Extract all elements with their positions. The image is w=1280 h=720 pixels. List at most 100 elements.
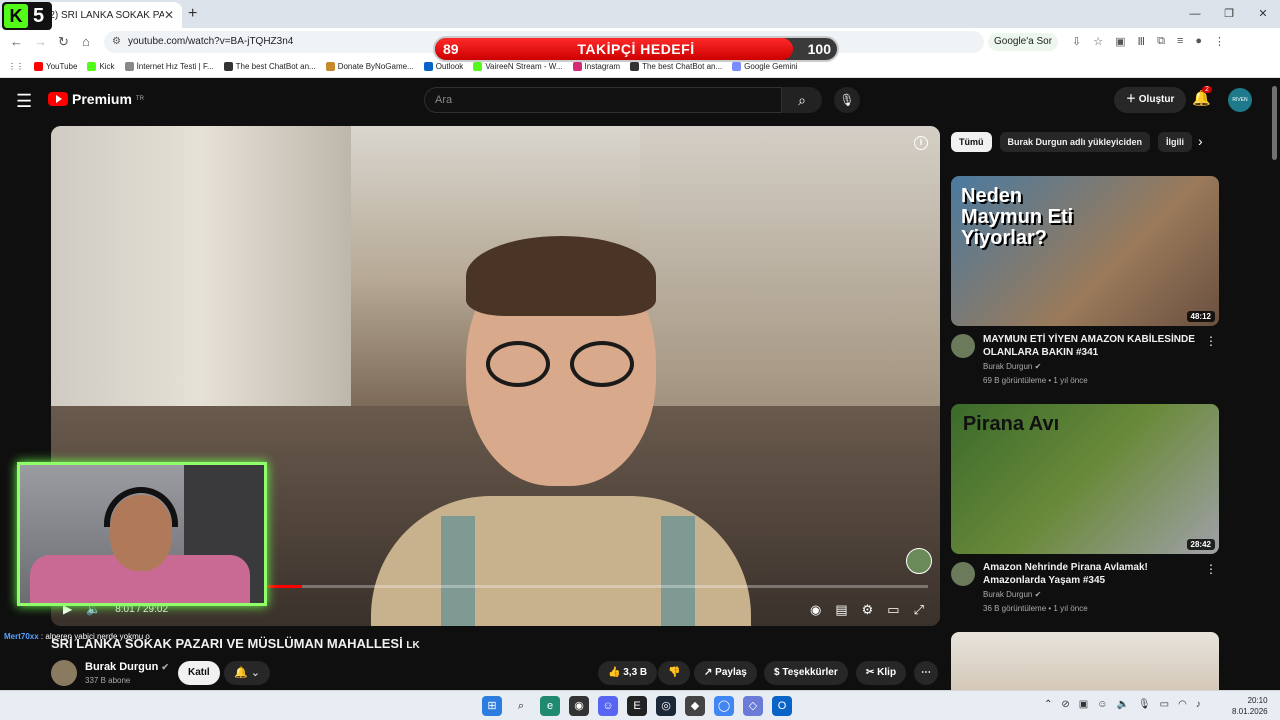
channel-avatar[interactable] <box>51 660 77 686</box>
bookmark-youtube[interactable]: YouTube <box>34 62 77 71</box>
obs-icon[interactable]: ◉ <box>569 696 589 716</box>
home-icon[interactable]: ⌂ <box>82 34 90 49</box>
video-title[interactable]: Amazon Nehrinde Pirana Avlamak! Amazonla… <box>983 561 1205 587</box>
create-button[interactable]: ＋ Oluştur <box>1114 87 1187 113</box>
recommended-video[interactable] <box>951 632 1219 690</box>
edge-icon[interactable]: e <box>540 696 560 716</box>
youtube-logo[interactable]: Premium TR <box>48 91 144 107</box>
video-thumbnail[interactable]: Pirana Avı 28:42 <box>951 404 1219 554</box>
app-tray-icon[interactable]: ▣ <box>1079 699 1088 710</box>
profile-icon[interactable]: ● <box>1195 35 1202 48</box>
video-title[interactable]: MAYMUN ETİ YİYEN AMAZON KABİLESİNDE OLAN… <box>983 333 1205 359</box>
page-scrollbar[interactable] <box>1272 86 1277 160</box>
bookmark-chatbot[interactable]: The best ChatBot an... <box>223 62 316 71</box>
fullscreen-icon[interactable]: ⤢ <box>914 602 924 618</box>
logo-country: TR <box>135 96 144 102</box>
channel-avatar[interactable] <box>951 562 975 586</box>
speaker-icon[interactable]: ♪ <box>1196 699 1201 710</box>
network-icon[interactable]: ⊘ <box>1061 699 1069 710</box>
search-icon[interactable]: ⌕ <box>511 696 531 716</box>
reading-list-icon[interactable]: ≡ <box>1177 35 1183 48</box>
wifi-icon[interactable]: ◠ <box>1178 699 1187 710</box>
more-actions-button[interactable]: ⋯ <box>914 661 938 685</box>
search-input[interactable]: Ara <box>424 87 782 113</box>
bookmark-chatbot-2[interactable]: The best ChatBot an... <box>630 62 722 71</box>
more-options-icon[interactable]: ⋮ <box>1205 334 1217 348</box>
volume-icon[interactable]: 🔈 <box>1116 699 1128 710</box>
more-options-icon[interactable]: ⋮ <box>1205 562 1217 576</box>
dislike-button[interactable]: 👎 <box>658 661 691 685</box>
clip-button[interactable]: ✂ Klip <box>856 661 907 685</box>
start-icon[interactable]: ⊞ <box>482 696 502 716</box>
puzzle-icon[interactable]: ⧉ <box>1157 35 1165 48</box>
forward-icon[interactable]: → <box>34 34 47 49</box>
site-info-icon[interactable]: ⚙ <box>112 31 121 53</box>
steam-icon[interactable]: ◎ <box>656 696 676 716</box>
bookmark-outlook[interactable]: Outlook <box>423 62 463 71</box>
miniplayer-icon[interactable]: ▭ <box>887 602 899 618</box>
like-button[interactable]: 👍 3,3 B <box>598 661 658 685</box>
chrome-icon[interactable]: ◯ <box>714 696 734 716</box>
player-controls-right: ◉ ▤ ⚙ ▭ ⤢ <box>810 602 924 618</box>
minimize-icon[interactable]: — <box>1178 0 1212 28</box>
channel-avatar[interactable] <box>951 334 975 358</box>
mic-icon[interactable]: 🎙 <box>834 87 860 113</box>
restore-icon[interactable]: ❐ <box>1212 0 1246 28</box>
outlook-icon[interactable]: O <box>772 696 792 716</box>
chevron-up-icon[interactable]: ⌃ <box>1044 699 1052 710</box>
browser-tab[interactable]: (2) SRİ LANKA SOKAK PAZARI V ✕ <box>34 2 182 28</box>
autoplay-toggle-icon[interactable]: ◉ <box>810 602 821 618</box>
chip-related[interactable]: İlgili <box>1158 132 1193 152</box>
discord-tray-icon[interactable]: ☺ <box>1097 699 1107 710</box>
bookmark-donate[interactable]: Donate ByNoGame... <box>325 62 414 71</box>
kebab-menu-icon[interactable]: ⋮ <box>1214 35 1225 48</box>
channel-watermark[interactable] <box>906 548 932 574</box>
notifications-bell-icon[interactable]: 🔔 2 <box>1192 86 1212 107</box>
thumbnail-caption: Pirana Avı <box>962 413 1060 435</box>
chip-from-uploader[interactable]: Burak Durgun adlı yükleyiciden <box>999 132 1151 152</box>
epic-games-icon[interactable]: E <box>627 696 647 716</box>
chip-all[interactable]: Tümü <box>951 132 992 152</box>
mic-icon[interactable]: 🎙 <box>1138 699 1151 710</box>
app-icon[interactable]: ◆ <box>685 696 705 716</box>
chevron-right-icon[interactable]: › <box>1198 133 1203 149</box>
reload-icon[interactable]: ↻ <box>58 34 69 50</box>
install-icon[interactable]: ⇩ <box>1072 35 1081 48</box>
app-icon[interactable]: ◇ <box>743 696 763 716</box>
monitor-icon[interactable]: ▭ <box>1160 699 1169 710</box>
extension-icon[interactable]: ▣ <box>1115 35 1125 48</box>
close-window-icon[interactable]: ✕ <box>1246 0 1280 28</box>
video-thumbnail[interactable]: Neden Maymun Eti Yiyorlar? 48:12 <box>951 176 1219 326</box>
subscription-bell-button[interactable]: 🔔 ⌄ <box>224 661 270 685</box>
channel-name[interactable]: Burak Durgun ✔ <box>983 590 1041 599</box>
audio-extension-icon[interactable]: Ⅲ <box>1138 35 1146 48</box>
video-thumbnail[interactable] <box>951 632 1219 690</box>
bookmark-star-icon[interactable]: ☆ <box>1093 35 1103 48</box>
bookmark-kick[interactable]: Kick <box>87 62 115 71</box>
bookmark-instagram[interactable]: Instagram <box>572 62 620 71</box>
account-avatar[interactable]: RIVEN <box>1228 88 1252 112</box>
apps-icon[interactable]: ⋮⋮ <box>8 62 24 71</box>
back-icon[interactable]: ← <box>10 34 23 49</box>
system-clock[interactable]: 20:10 8.01.2026 <box>1232 695 1268 717</box>
channel-name[interactable]: Burak Durgun ✔ <box>983 362 1041 371</box>
verified-icon: ✔ <box>161 662 169 672</box>
recommended-video[interactable]: Pirana Avı 28:42 Amazon Nehrinde Pirana … <box>951 404 1219 624</box>
bookmark-gemini[interactable]: Google Gemini <box>732 62 798 71</box>
google-sor-button[interactable]: Google'a Sor <box>988 33 1059 51</box>
close-tab-icon[interactable]: ✕ <box>164 8 174 22</box>
info-icon[interactable]: i <box>914 136 928 150</box>
settings-gear-icon[interactable]: ⚙ <box>862 602 874 618</box>
new-tab-button[interactable]: + <box>188 5 197 23</box>
hamburger-menu-icon[interactable]: ☰ <box>16 91 32 112</box>
share-button[interactable]: ↗ Paylaş <box>694 661 757 685</box>
subtitles-icon[interactable]: ▤ <box>835 602 847 618</box>
bookmark-speedtest[interactable]: İnternet Hız Testi | F... <box>124 62 214 71</box>
channel-name[interactable]: Burak Durgun ✔ <box>85 661 169 673</box>
recommended-video[interactable]: Neden Maymun Eti Yiyorlar? 48:12 MAYMUN … <box>951 176 1219 396</box>
bookmark-vaireen[interactable]: VaireeN Stream - W... <box>473 62 563 71</box>
search-icon[interactable]: ⌕ <box>782 87 822 113</box>
join-button[interactable]: Katıl <box>178 661 220 685</box>
discord-icon[interactable]: ☺ <box>598 696 618 716</box>
thanks-button[interactable]: $ Teşekkürler <box>764 661 848 685</box>
